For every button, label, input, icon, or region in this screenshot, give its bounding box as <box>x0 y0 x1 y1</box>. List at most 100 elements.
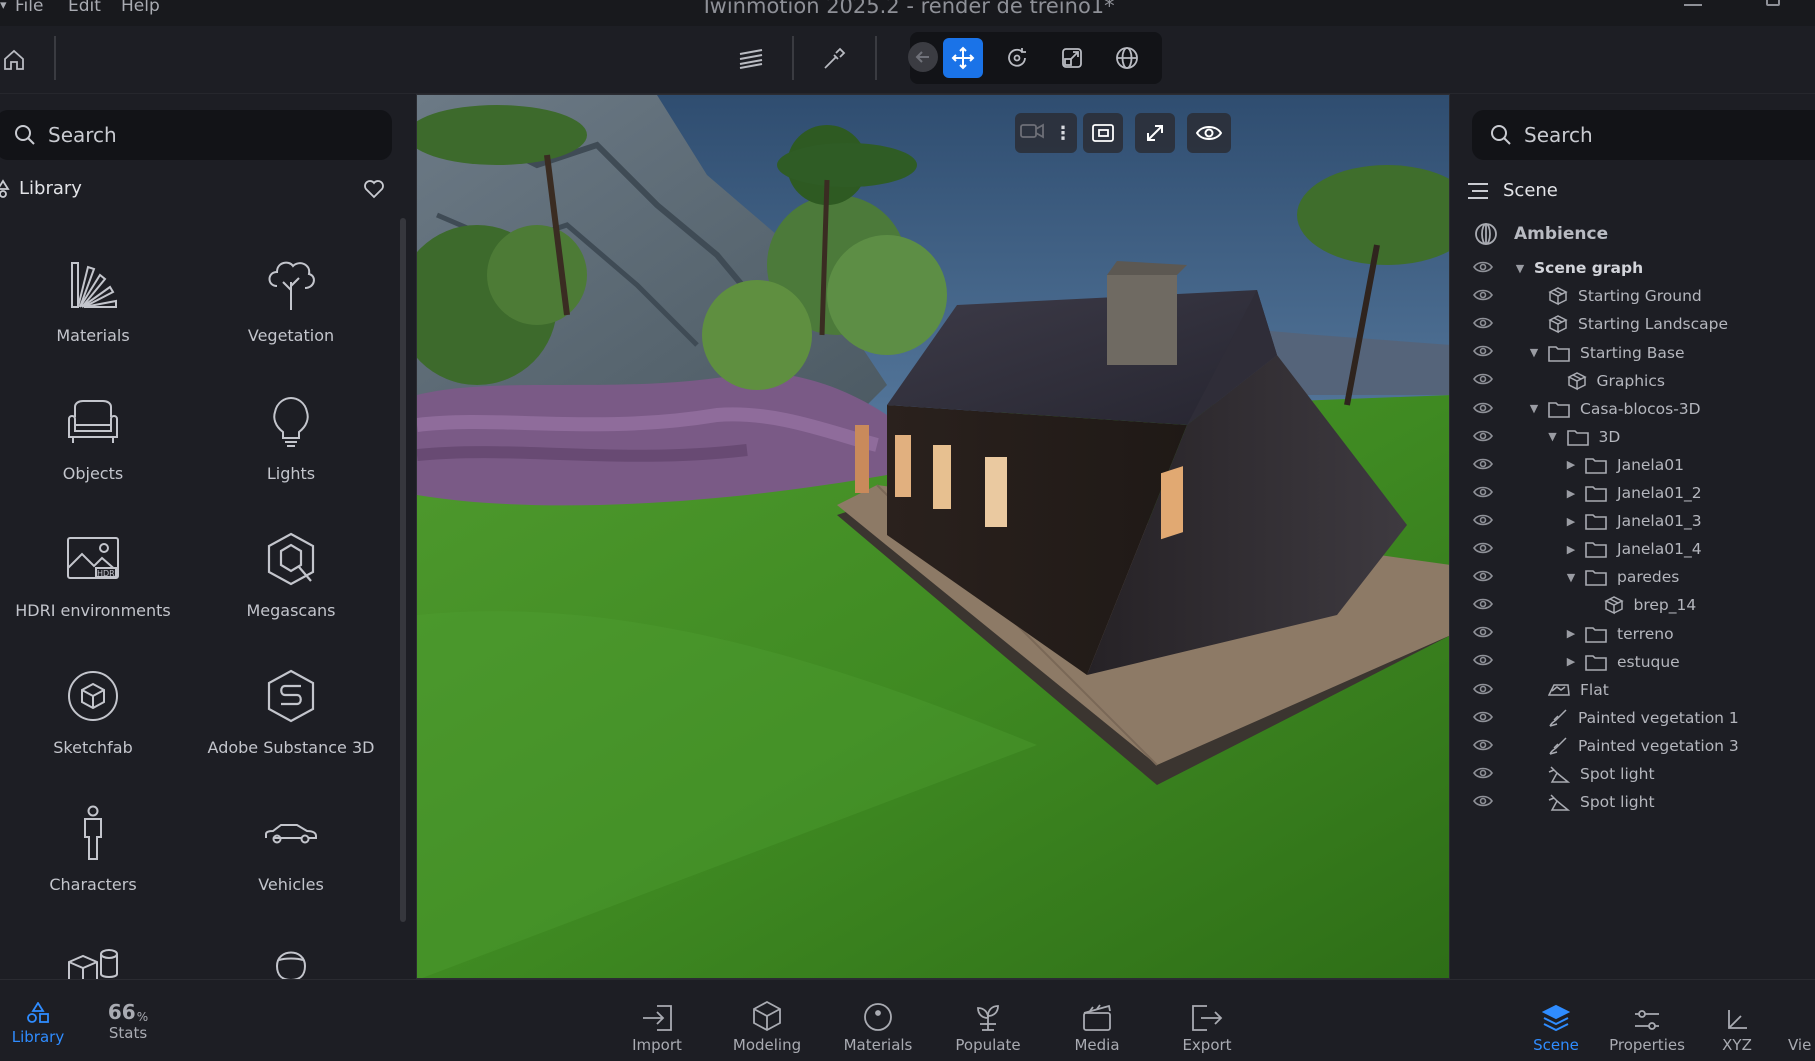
screenshot-icon[interactable] <box>1083 113 1123 153</box>
bottom-label: XYZ <box>1722 1036 1752 1054</box>
visibility-eye-icon[interactable] <box>1473 766 1493 784</box>
library-item-label: Vehicles <box>258 875 324 894</box>
visibility-eye-icon[interactable] <box>1473 344 1493 362</box>
library-panel: Search Library Materials Vegetation Obje… <box>0 94 414 986</box>
3d-viewport[interactable]: ⋮ <box>416 94 1450 979</box>
library-item-vegetation[interactable]: Vegetation <box>196 244 386 345</box>
visibility-eye-icon[interactable] <box>1473 401 1493 419</box>
bottom-stats-tab[interactable]: 66% Stats <box>100 998 156 1042</box>
bottom-populate-tab[interactable]: Populate <box>947 994 1029 1054</box>
library-item-lights[interactable]: Lights <box>196 382 386 483</box>
library-scrollbar[interactable] <box>400 218 406 922</box>
library-item-partial-blocks[interactable] <box>0 930 188 986</box>
bottom-export-tab[interactable]: Export <box>1168 994 1246 1054</box>
scene-tree-row[interactable]: Spot light <box>1452 786 1815 819</box>
bottom-properties-tab[interactable]: Properties <box>1604 994 1690 1054</box>
library-item-label: Objects <box>62 464 124 483</box>
expand-down-icon[interactable]: ▼ <box>1528 346 1540 359</box>
expand-right-icon[interactable]: ▶ <box>1565 487 1577 500</box>
camera-icon[interactable] <box>1020 123 1044 143</box>
back-arrow-icon[interactable] <box>908 42 938 72</box>
library-item-megascans[interactable]: Megascans <box>196 519 386 620</box>
scene-tree-label: Starting Ground <box>1578 287 1702 306</box>
scene-tree-label: estuque <box>1617 652 1680 671</box>
bottom-modeling-tab[interactable]: Modeling <box>727 994 807 1054</box>
scale-icon[interactable] <box>1052 38 1092 78</box>
visibility-eye-icon[interactable] <box>1473 457 1493 475</box>
eyedropper-icon[interactable] <box>814 39 854 79</box>
scene-tree-label: 3D <box>1598 427 1621 446</box>
visibility-eye-icon[interactable] <box>1473 485 1493 503</box>
library-item-objects[interactable]: Objects <box>0 382 188 483</box>
visibility-eye-icon[interactable] <box>1473 597 1493 615</box>
scene-search-input[interactable]: Search <box>1472 110 1815 160</box>
expand-down-icon[interactable]: ▼ <box>1528 402 1540 415</box>
layers-icon[interactable] <box>731 39 771 79</box>
visibility-eye-icon[interactable] <box>1473 513 1493 531</box>
move-icon[interactable] <box>943 38 983 78</box>
ambience-row[interactable]: Ambience <box>1474 222 1608 246</box>
favorite-heart-icon[interactable] <box>363 179 385 203</box>
hamburger-list-icon[interactable] <box>1467 182 1489 200</box>
visibility-eye-icon[interactable] <box>1473 738 1493 756</box>
export-icon <box>1168 994 1246 1032</box>
bottom-label: Materials <box>843 1036 913 1054</box>
visibility-eye-icon[interactable] <box>1473 682 1493 700</box>
expand-down-icon[interactable]: ▼ <box>1547 430 1559 443</box>
blocks-icon <box>0 930 188 986</box>
expand-down-icon[interactable]: ▼ <box>1565 571 1577 584</box>
visibility-eye-icon[interactable] <box>1473 569 1493 587</box>
visibility-eye-icon[interactable] <box>1473 794 1493 812</box>
visibility-eye-icon[interactable] <box>1473 429 1493 447</box>
scene-tree-label: Starting Base <box>1580 343 1685 362</box>
visibility-eye-icon[interactable] <box>1473 625 1493 643</box>
visibility-eye-icon[interactable] <box>1473 288 1493 306</box>
search-icon <box>1491 125 1511 145</box>
spot-light-icon <box>1548 764 1570 784</box>
library-item-materials[interactable]: Materials <box>0 244 188 345</box>
more-options-icon[interactable]: ⋮ <box>1054 123 1072 144</box>
library-item-hdri[interactable]: HDR HDRI environments <box>0 519 188 620</box>
scene-tree-label: Painted vegetation 3 <box>1578 736 1739 755</box>
minimize-icon[interactable] <box>1684 4 1702 6</box>
expand-right-icon[interactable]: ▶ <box>1565 627 1577 640</box>
bottom-view-tab[interactable]: Vie <box>1788 994 1815 1054</box>
library-item-substance[interactable]: Adobe Substance 3D <box>196 656 386 757</box>
bottom-scene-tab[interactable]: Scene <box>1524 994 1588 1054</box>
library-item-vehicles[interactable]: Vehicles <box>196 793 386 894</box>
visibility-eye-icon[interactable] <box>1473 316 1493 334</box>
maximize-icon[interactable] <box>1766 0 1780 6</box>
expand-right-icon[interactable]: ▶ <box>1565 515 1577 528</box>
library-shapes-icon <box>0 178 10 198</box>
bottom-media-tab[interactable]: Media <box>1058 994 1136 1054</box>
visibility-eye-icon[interactable] <box>1473 372 1493 390</box>
visibility-eye-icon[interactable] <box>1473 653 1493 671</box>
library-item-partial-avatar[interactable] <box>196 930 386 986</box>
visibility-eye-icon[interactable] <box>1473 710 1493 728</box>
expand-right-icon[interactable]: ▶ <box>1565 655 1577 668</box>
globe-icon[interactable] <box>1107 38 1147 78</box>
fullscreen-icon[interactable] <box>1135 113 1175 153</box>
expand-down-icon[interactable]: ▼ <box>1514 262 1526 275</box>
expand-right-icon[interactable]: ▶ <box>1565 458 1577 471</box>
bottom-xyz-tab[interactable]: XYZ <box>1712 994 1762 1054</box>
tree-icon <box>196 244 386 324</box>
rotate-icon[interactable] <box>997 38 1037 78</box>
bottom-import-tab[interactable]: Import <box>618 994 696 1054</box>
library-item-label: HDRI environments <box>15 601 171 620</box>
mesh-icon <box>1603 595 1624 615</box>
home-icon[interactable] <box>0 40 34 80</box>
painted-vegetation-icon <box>1548 708 1568 728</box>
bottom-library-tab[interactable]: Library <box>8 998 68 1046</box>
visibility-eye-icon[interactable] <box>1473 541 1493 559</box>
title-bar: ▾ File Edit Help Twinmotion 2025.2 - ren… <box>0 0 1815 26</box>
library-item-characters[interactable]: Characters <box>0 793 188 894</box>
scene-tree-label: Scene graph <box>1534 259 1644 278</box>
library-search-input[interactable]: Search <box>0 110 392 160</box>
expand-right-icon[interactable]: ▶ <box>1565 543 1577 556</box>
library-item-sketchfab[interactable]: Sketchfab <box>0 656 188 757</box>
visibility-eye-icon[interactable] <box>1187 113 1231 153</box>
visibility-eye-icon[interactable] <box>1473 260 1493 278</box>
scene-tree-label: Flat <box>1580 680 1609 699</box>
bottom-materials-tab[interactable]: Materials <box>838 994 918 1054</box>
